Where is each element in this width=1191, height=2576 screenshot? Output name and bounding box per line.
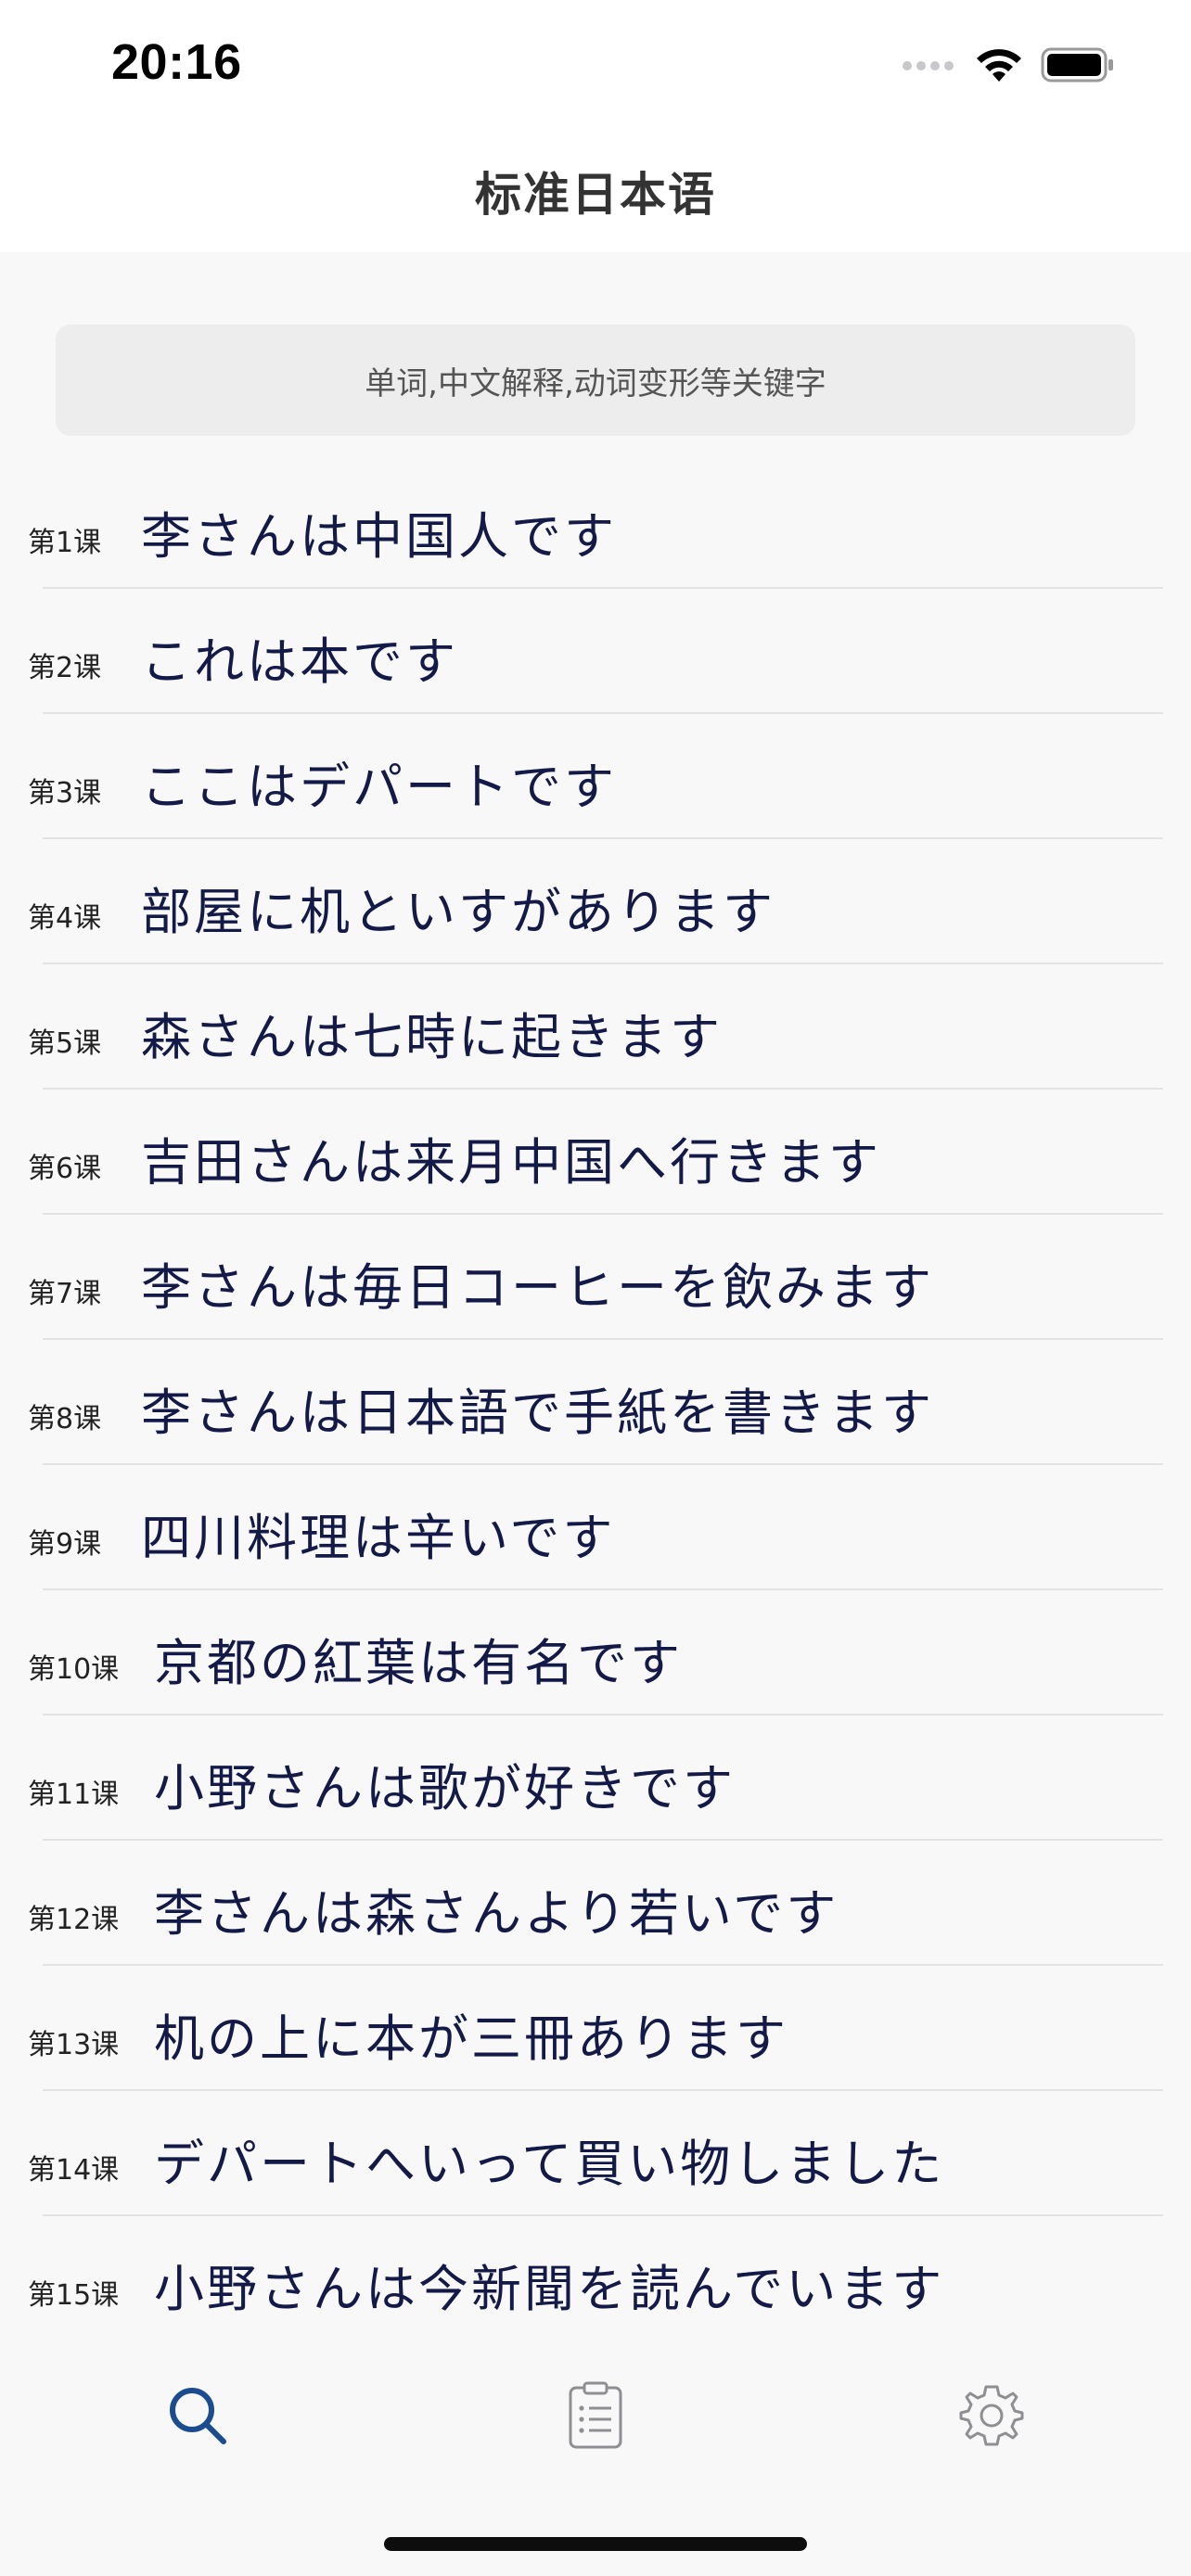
- lesson-title: 四川料理は辛いです: [141, 1509, 616, 1567]
- lesson-number: 第1课: [28, 527, 102, 559]
- tab-settings[interactable]: [950, 2376, 1033, 2459]
- lesson-number: 第3课: [28, 777, 102, 810]
- list-item[interactable]: 第7课 李さんは毎日コーヒーを飲みます: [0, 1215, 1191, 1340]
- list-item[interactable]: 第11课 小野さんは歌が好きです: [0, 1715, 1191, 1841]
- wifi-icon: [974, 46, 1024, 87]
- lesson-number: 第5课: [28, 1027, 102, 1060]
- lesson-number: 第4课: [28, 902, 102, 935]
- list-item[interactable]: 第12课 李さんは森さんより若いです: [0, 1841, 1191, 1966]
- tab-search[interactable]: [156, 2376, 239, 2459]
- status-bar: 20:16: [0, 0, 1191, 130]
- status-icons: [902, 43, 1115, 91]
- search-icon: [165, 2383, 230, 2452]
- list-item[interactable]: 第15课 小野さんは今新聞を読んでいます: [0, 2216, 1191, 2341]
- list-item[interactable]: 第6课 吉田さんは来月中国へ行きます: [0, 1090, 1191, 1215]
- signal-icon: [902, 58, 957, 76]
- list-item[interactable]: 第2课 これは本です: [0, 589, 1191, 714]
- lesson-number: 第7课: [28, 1278, 102, 1310]
- lesson-number: 第12课: [28, 1904, 120, 1936]
- search-input[interactable]: 单词,中文解释,动词变形等关键字: [56, 325, 1135, 436]
- lesson-number: 第6课: [28, 1153, 102, 1185]
- tab-lessons[interactable]: [554, 2376, 637, 2459]
- status-time: 20:16: [111, 34, 242, 90]
- home-indicator: [384, 2537, 807, 2551]
- page-title: 标准日本语: [475, 168, 716, 222]
- lesson-number: 第15课: [28, 2279, 120, 2312]
- lesson-title: 李さんは日本語で手紙を書きます: [141, 1384, 934, 1442]
- lesson-number: 第14课: [28, 2154, 120, 2187]
- list-item[interactable]: 第9课 四川料理は辛いです: [0, 1465, 1191, 1590]
- clipboard-list-icon: [567, 2380, 624, 2455]
- lesson-title: 吉田さんは来月中国へ行きます: [141, 1133, 881, 1192]
- lesson-number: 第11课: [28, 1779, 120, 1811]
- search-placeholder: 单词,中文解释,动词变形等关键字: [365, 364, 826, 402]
- lesson-title: 小野さんは今新聞を読んでいます: [154, 2260, 945, 2318]
- list-item[interactable]: 第13课 机の上に本が三冊あります: [0, 1966, 1191, 2091]
- lesson-title: 小野さんは歌が好きです: [154, 1759, 736, 1817]
- battery-icon: [1041, 47, 1115, 86]
- lesson-title: 李さんは中国人です: [141, 507, 617, 566]
- gear-icon: [957, 2381, 1026, 2454]
- lesson-title: 部屋に机といすがあります: [141, 883, 775, 941]
- list-item[interactable]: 第10课 京都の紅葉は有名です: [0, 1590, 1191, 1715]
- lesson-title: 机の上に本が三冊あります: [154, 2009, 788, 2068]
- lesson-number: 第2课: [28, 652, 102, 684]
- lesson-list: 第1课 李さんは中国人です 第2课 これは本です 第3课 ここはデパートです 第…: [0, 464, 1191, 2341]
- lesson-title: これは本です: [141, 632, 458, 691]
- list-item[interactable]: 第3课 ここはデパートです: [0, 714, 1191, 839]
- lesson-title: デパートへいって買い物しました: [154, 2135, 945, 2193]
- lesson-number: 第10课: [28, 1653, 120, 1686]
- lesson-title: 李さんは森さんより若いです: [154, 1884, 839, 1943]
- nav-bar: 标准日本语: [0, 130, 1191, 252]
- lesson-number: 第13课: [28, 2029, 120, 2061]
- list-item[interactable]: 第1课 李さんは中国人です: [0, 464, 1191, 589]
- list-item[interactable]: 第4课 部屋に机といすがあります: [0, 839, 1191, 964]
- list-item[interactable]: 第8课 李さんは日本語で手紙を書きます: [0, 1340, 1191, 1465]
- lesson-title: 京都の紅葉は有名です: [154, 1634, 683, 1692]
- lesson-title: ここはデパートです: [141, 758, 617, 816]
- lesson-title: 森さんは七時に起きます: [141, 1008, 723, 1066]
- lesson-number: 第9课: [28, 1528, 102, 1561]
- list-item[interactable]: 第14课 デパートへいって買い物しました: [0, 2091, 1191, 2216]
- lesson-number: 第8课: [28, 1403, 102, 1435]
- list-item[interactable]: 第5课 森さんは七時に起きます: [0, 964, 1191, 1090]
- lesson-title: 李さんは毎日コーヒーを飲みます: [141, 1258, 934, 1317]
